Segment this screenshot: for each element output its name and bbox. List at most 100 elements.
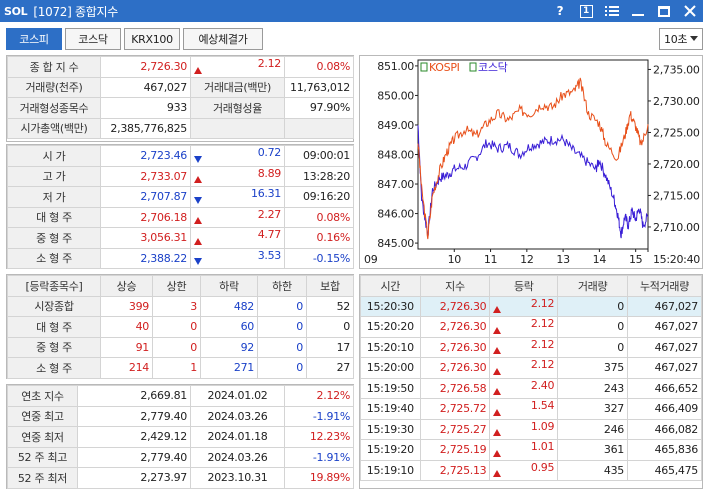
close-button[interactable]	[677, 0, 703, 22]
up-arrow-icon	[493, 303, 501, 316]
tick-row[interactable]: 15:20:30 2,726.30 2.12 0 467,027	[360, 295, 702, 317]
price-change-cell: 2.27	[190, 206, 285, 228]
breadth-down: 92	[200, 336, 258, 358]
hamburger-icon	[605, 6, 619, 16]
price-value: 2,388.22	[100, 247, 191, 269]
sol-logo: SOL	[4, 4, 28, 18]
yearly-row: 연초 지수 2,669.81 2024.01.02 2.12%	[7, 385, 354, 407]
tick-index: 2,725.27	[419, 418, 491, 440]
yearly-label: 연중 최저	[7, 426, 78, 448]
tick-row[interactable]: 15:19:50 2,726.58 2.40 243 466,652	[360, 377, 702, 399]
tick-row[interactable]: 15:19:20 2,725.19 1.01 361 465,836	[360, 439, 702, 461]
title-bar: SOL [1072] 종합지수 ? 1	[0, 0, 703, 22]
yearly-date: 2024.01.18	[190, 426, 285, 448]
formed-rate-label: 거래형성율	[190, 97, 285, 119]
tab-krx100[interactable]: KRX100	[124, 28, 180, 50]
price-change: 4.77	[257, 228, 282, 242]
tab-expected-price[interactable]: 예상체결가	[183, 28, 263, 50]
volume-value: 467,027	[100, 76, 191, 98]
maximize-button[interactable]	[651, 0, 677, 22]
intraday-chart[interactable]: 851.00 850.00 849.00 848.00 847.00 846.00 845.…	[359, 55, 703, 269]
amount-value: 11,763,012	[284, 76, 354, 98]
maximize-icon	[658, 5, 670, 17]
tick-change-cell: 2.12	[489, 357, 559, 379]
tick-cum-volume: 466,082	[627, 418, 702, 440]
breadth-row: 대 형 주 40 0 60 0 0	[7, 316, 354, 338]
minimize-button[interactable]	[625, 0, 651, 22]
breadth-label: 소 형 주	[7, 357, 101, 379]
breadth-flat: 0	[306, 316, 354, 338]
breadth-flat: 52	[306, 295, 354, 317]
left-tick-label: 850.00	[377, 89, 414, 102]
price-change: 0.72	[257, 146, 282, 160]
tick-time: 15:20:10	[360, 336, 421, 358]
help-button[interactable]: ?	[547, 0, 573, 22]
interval-select[interactable]: 10초	[659, 28, 703, 50]
tick-row[interactable]: 15:20:20 2,726.30 2.12 0 467,027	[360, 316, 702, 338]
formed-rate-value: 97.90%	[284, 97, 354, 119]
yearly-rate: -1.91%	[284, 446, 354, 468]
price-panel: 시 가 2,723.46 0.72 09:00:01 고 가 2,733.07 8.89 13…	[6, 144, 354, 269]
yearly-panel: 연초 지수 2,669.81 2024.01.02 2.12% 연중 최고 2,779.4…	[6, 384, 354, 489]
tab-kospi[interactable]: 코스피	[6, 28, 62, 50]
tick-volume: 0	[557, 316, 628, 338]
tick-panel: 시간 지수 등락 거래량 누적거래량 15:20:30 2,726.30 2.12 0 467,…	[359, 274, 703, 489]
breadth-header: 보합	[306, 275, 354, 297]
tick-header: 시간	[360, 275, 421, 297]
yearly-rate: 19.89%	[284, 467, 354, 489]
tick-change: 2.12	[530, 296, 555, 310]
window-controls: ? 1	[547, 0, 703, 22]
tick-header: 지수	[419, 275, 491, 297]
tick-change-cell: 2.12	[489, 336, 559, 358]
tick-change-cell: 1.09	[489, 418, 559, 440]
breadth-label: 시장종합	[7, 295, 101, 317]
tick-cum-volume: 467,027	[627, 357, 702, 379]
price-change-cell: 3.53	[190, 247, 285, 269]
tick-index: 2,726.30	[419, 336, 491, 358]
window-number-button[interactable]: 1	[573, 0, 599, 22]
tick-index: 2,726.30	[419, 316, 491, 338]
tick-row[interactable]: 15:19:30 2,725.27 1.09 246 466,082	[360, 418, 702, 440]
tab-kosdaq[interactable]: 코스닥	[65, 28, 121, 50]
breadth-row: 소 형 주 214 1 271 0 27	[7, 357, 354, 379]
mcap-empty-2	[284, 117, 354, 139]
breadth-label: 대 형 주	[7, 316, 101, 338]
up-arrow-icon	[194, 234, 202, 247]
price-label: 소 형 주	[7, 247, 101, 269]
right-tick-label: 2,715.00	[653, 189, 700, 202]
tick-row[interactable]: 15:19:40 2,725.72 1.54 327 466,409	[360, 398, 702, 420]
up-arrow-icon	[194, 214, 202, 227]
breadth-up: 91	[100, 336, 153, 358]
tick-change: 0.95	[530, 460, 555, 474]
price-row: 중 형 주 3,056.31 4.77 0.16%	[7, 227, 354, 249]
breadth-panel: [등락종목수] 상승 상한 하락 하한 보합 시장종합 399 3 482 0 52 대 형 주 40 0…	[6, 274, 354, 379]
down-arrow-icon	[194, 255, 202, 268]
down-arrow-icon	[194, 193, 202, 206]
price-change-cell: 16.31	[190, 186, 285, 208]
tick-index: 2,726.30	[419, 295, 491, 317]
tick-row[interactable]: 15:19:10 2,725.13 0.95 435 465,475	[360, 459, 702, 481]
left-tick-label: 851.00	[377, 60, 414, 73]
x-tick-label: 15:20:40	[653, 253, 700, 266]
tick-header: 등락	[489, 275, 559, 297]
tick-index: 2,725.13	[419, 459, 491, 481]
yearly-value: 2,669.81	[77, 385, 191, 407]
index-label: 종 합 지 수	[7, 56, 101, 78]
tick-row[interactable]: 15:20:00 2,726.30 2.12 375 467,027	[360, 357, 702, 379]
menu-button[interactable]	[599, 0, 625, 22]
tick-change-cell: 1.01	[489, 439, 559, 461]
breadth-table: [등락종목수] 상승 상한 하락 하한 보합 시장종합 399 3 482 0 52 대 형 주 40 0…	[7, 275, 354, 379]
price-extra: -0.15%	[284, 247, 354, 269]
tick-header: 누적거래량	[627, 275, 702, 297]
yearly-row: 연중 최고 2,779.40 2024.03.26 -1.91%	[7, 405, 354, 427]
up-arrow-icon	[493, 385, 501, 398]
up-arrow-icon	[493, 446, 501, 459]
down-arrow-icon	[194, 152, 202, 165]
tick-row[interactable]: 15:20:10 2,726.30 2.12 0 467,027	[360, 336, 702, 358]
yearly-date: 2024.03.26	[190, 446, 285, 468]
price-change-cell: 8.89	[190, 165, 285, 187]
interval-select-value: 10초	[664, 33, 688, 46]
left-tick-label: 848.00	[377, 149, 414, 162]
yearly-date: 2023.10.31	[190, 467, 285, 489]
yearly-value: 2,273.97	[77, 467, 191, 489]
